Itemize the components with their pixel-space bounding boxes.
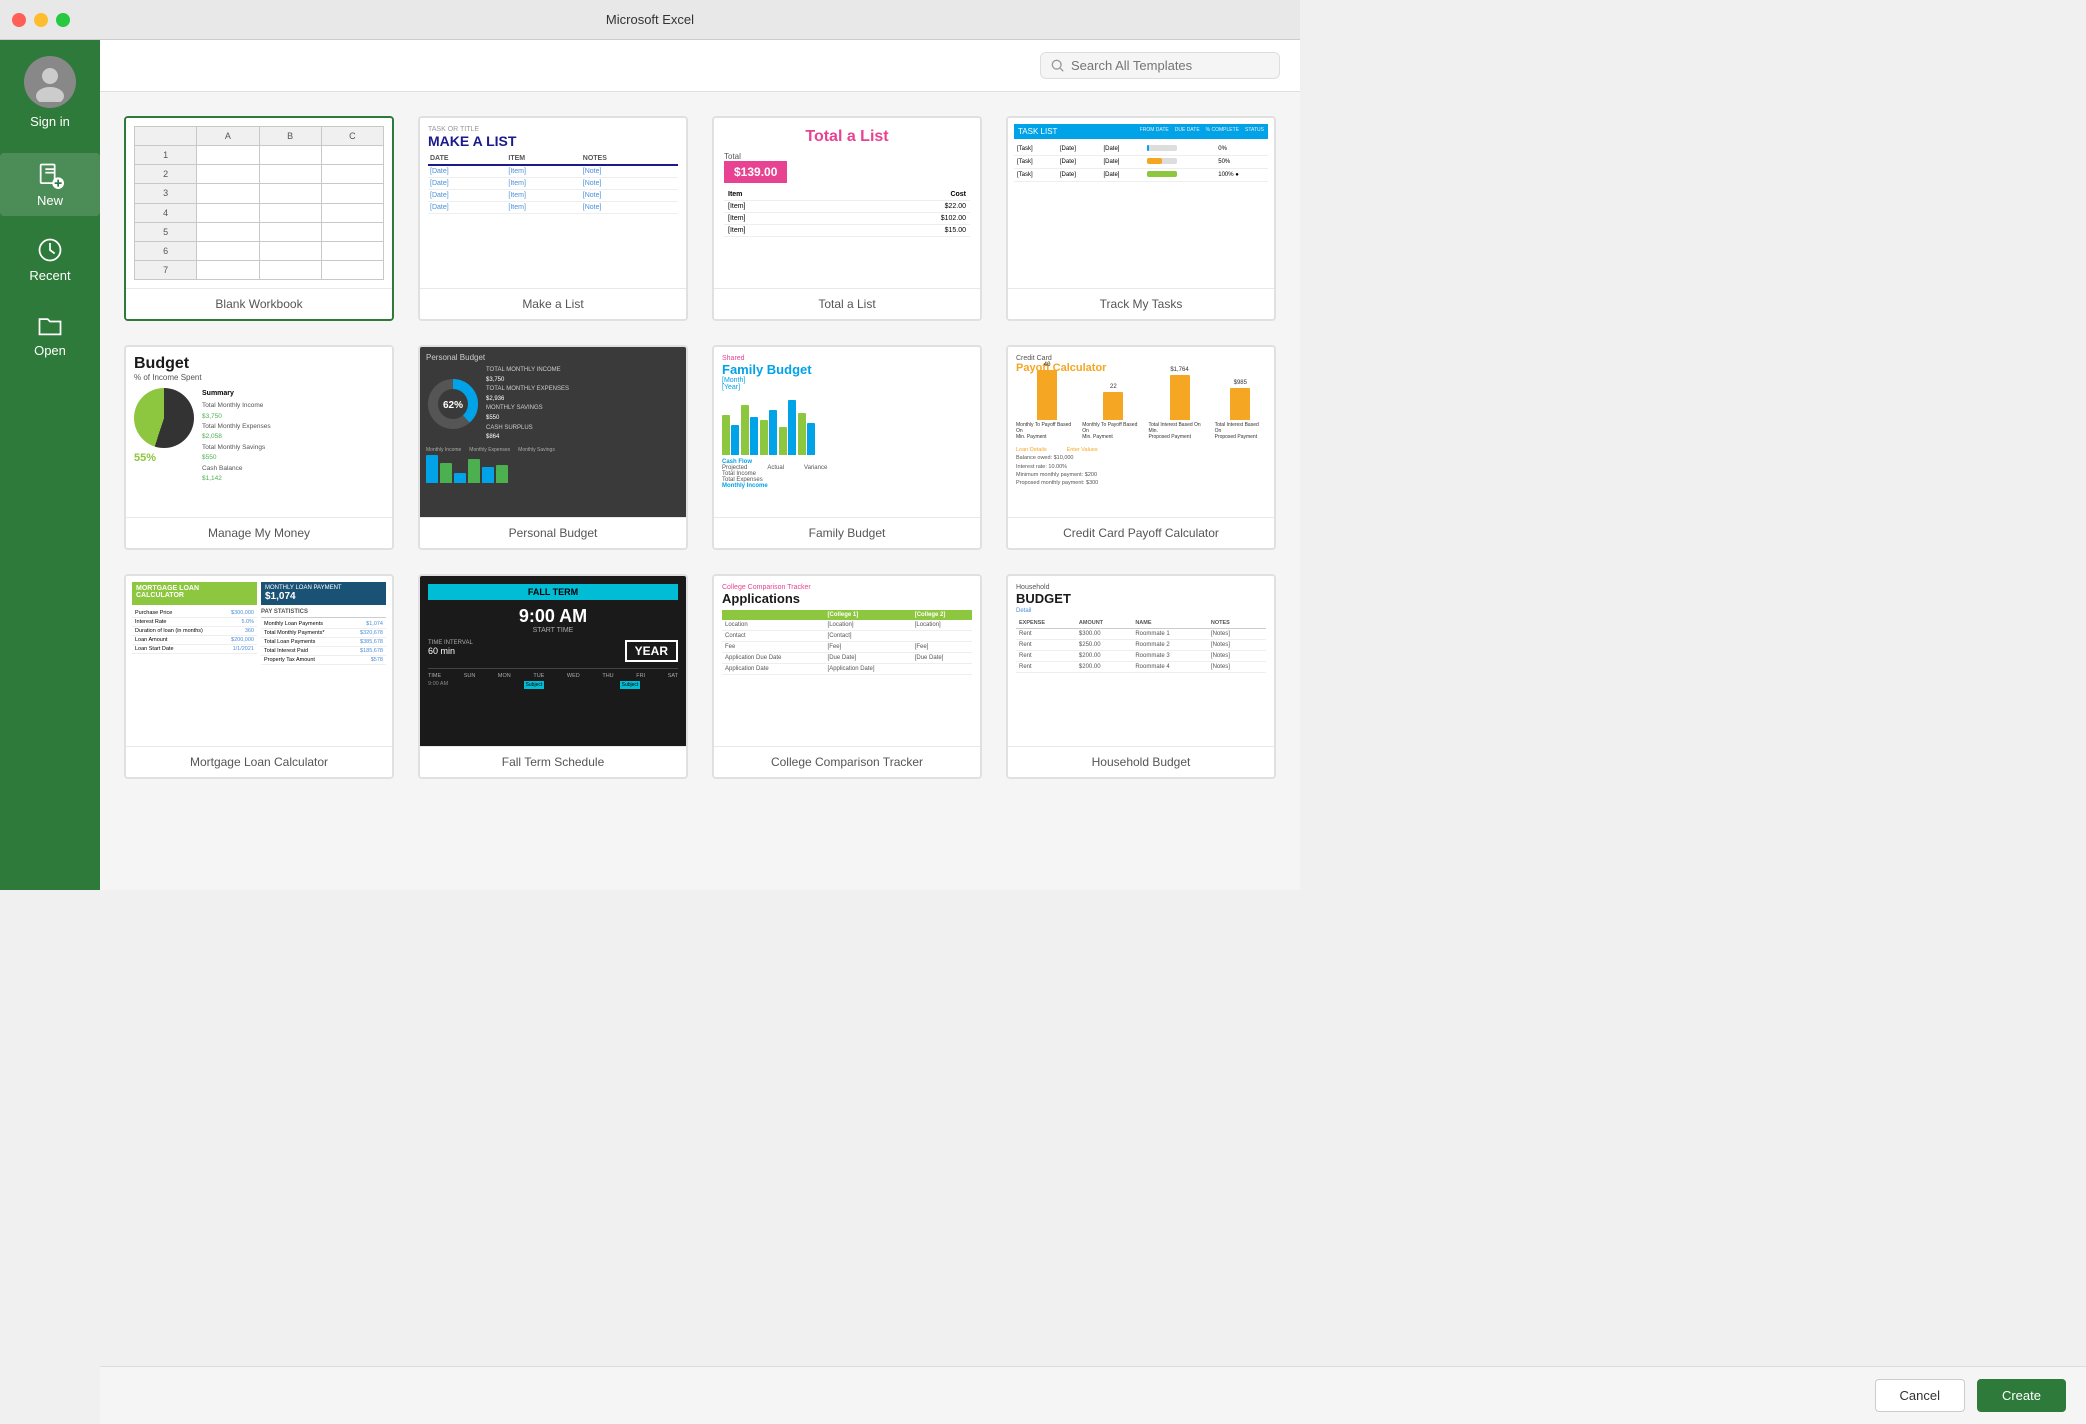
donut-chart: 62% [426,377,480,431]
template-label-credit-card: Credit Card Payoff Calculator [1008,517,1274,548]
household-preview: Household BUDGET Detail EXPENSEAMOUNTNAM… [1008,576,1274,746]
personal-budget-preview: Personal Budget 62% [420,347,686,517]
title-bar: Microsoft Excel [0,0,1300,40]
template-thumbnail-fall-term: FALL TERM 9:00 AM START TIME TIME INTERV… [420,576,686,746]
svg-text:62%: 62% [443,400,463,411]
app-title: Microsoft Excel [606,12,694,27]
template-card-household[interactable]: Household BUDGET Detail EXPENSEAMOUNTNAM… [1006,574,1276,779]
window-controls[interactable] [12,13,70,27]
template-label-track-my-tasks: Track My Tasks [1008,288,1274,319]
template-card-personal-budget[interactable]: Personal Budget 62% [418,345,688,550]
template-thumbnail-track-tasks: TASK LIST FROM DATEDUE DATE% COMPLETESTA… [1008,118,1274,288]
main-header [100,40,1300,92]
open-icon [36,311,64,339]
template-label-manage-my-money: Manage My Money [126,517,392,548]
template-thumbnail-personal-budget: Personal Budget 62% [420,347,686,517]
template-thumbnail-mortgage: MORTGAGE LOANCALCULATOR MONTHLY LOAN PAY… [126,576,392,746]
sidebar: Sign in New Recent Open [0,40,100,890]
search-box[interactable] [1040,52,1280,79]
template-thumbnail-college: College Comparison Tracker Applications … [714,576,980,746]
fall-term-preview: FALL TERM 9:00 AM START TIME TIME INTERV… [420,576,686,746]
template-label-family-budget: Family Budget [714,517,980,548]
template-label-fall-term: Fall Term Schedule [420,746,686,777]
template-card-manage-my-money[interactable]: Budget % of Income Spent 55% Summary Tot… [124,345,394,550]
main-content: ABC 1 2 3 4 5 6 7 Blank Workbook [100,40,1300,890]
mortgage-preview: MORTGAGE LOANCALCULATOR MONTHLY LOAN PAY… [126,576,392,746]
maximize-button[interactable] [56,13,70,27]
template-label-blank-workbook: Blank Workbook [126,288,392,319]
family-budget-preview: Shared Family Budget [Month][Year] [714,347,980,517]
blank-wb-preview: ABC 1 2 3 4 5 6 7 [126,118,392,288]
sign-in-link[interactable]: Sign in [30,114,70,129]
template-thumbnail-manage-money: Budget % of Income Spent 55% Summary Tot… [126,347,392,517]
sidebar-new-label: New [37,193,63,208]
template-thumbnail-family-budget: Shared Family Budget [Month][Year] [714,347,980,517]
manage-money-preview: Budget % of Income Spent 55% Summary Tot… [126,347,392,517]
template-card-total-a-list[interactable]: Total a List Total $139.00 ItemCost [Ite… [712,116,982,321]
recent-icon [36,236,64,264]
new-icon [36,161,64,189]
search-input[interactable] [1071,58,1269,73]
sidebar-item-new[interactable]: New [0,153,100,216]
template-card-track-my-tasks[interactable]: TASK LIST FROM DATEDUE DATE% COMPLETESTA… [1006,116,1276,321]
templates-grid-area: ABC 1 2 3 4 5 6 7 Blank Workbook [100,92,1300,890]
track-tasks-preview: TASK LIST FROM DATEDUE DATE% COMPLETESTA… [1008,118,1274,288]
template-thumbnail-credit-card: Credit Card Payoff Calculator 40 Monthly… [1008,347,1274,517]
template-label-college: College Comparison Tracker [714,746,980,777]
template-label-mortgage: Mortgage Loan Calculator [126,746,392,777]
template-label-make-a-list: Make a List [420,288,686,319]
template-thumbnail-total-list: Total a List Total $139.00 ItemCost [Ite… [714,118,980,288]
tt-header: TASK LIST FROM DATEDUE DATE% COMPLETESTA… [1014,124,1268,139]
template-thumbnail-household: Household BUDGET Detail EXPENSEAMOUNTNAM… [1008,576,1274,746]
templates-grid: ABC 1 2 3 4 5 6 7 Blank Workbook [124,116,1276,779]
template-card-credit-card[interactable]: Credit Card Payoff Calculator 40 Monthly… [1006,345,1276,550]
template-card-blank-workbook[interactable]: ABC 1 2 3 4 5 6 7 Blank Workbook [124,116,394,321]
template-card-family-budget[interactable]: Shared Family Budget [Month][Year] [712,345,982,550]
search-icon [1051,59,1065,73]
pie-chart [134,388,194,448]
sidebar-open-label: Open [34,343,66,358]
college-preview: College Comparison Tracker Applications … [714,576,980,746]
template-card-make-a-list[interactable]: TASK OR TITLE MAKE A LIST DATEITEMNOTES … [418,116,688,321]
avatar [24,56,76,108]
template-label-personal-budget: Personal Budget [420,517,686,548]
template-label-household: Household Budget [1008,746,1274,777]
app-body: Sign in New Recent Open [0,40,1300,890]
total-list-preview: Total a List Total $139.00 ItemCost [Ite… [714,118,980,288]
sidebar-item-open[interactable]: Open [0,303,100,366]
credit-card-preview: Credit Card Payoff Calculator 40 Monthly… [1008,347,1274,517]
minimize-button[interactable] [34,13,48,27]
template-label-total-a-list: Total a List [714,288,980,319]
template-card-college[interactable]: College Comparison Tracker Applications … [712,574,982,779]
sidebar-recent-label: Recent [29,268,70,283]
close-button[interactable] [12,13,26,27]
user-icon [30,62,70,102]
make-list-preview: TASK OR TITLE MAKE A LIST DATEITEMNOTES … [420,118,686,288]
sidebar-item-recent[interactable]: Recent [0,228,100,291]
template-card-fall-term[interactable]: FALL TERM 9:00 AM START TIME TIME INTERV… [418,574,688,779]
template-thumbnail-make-list: TASK OR TITLE MAKE A LIST DATEITEMNOTES … [420,118,686,288]
template-card-mortgage[interactable]: MORTGAGE LOANCALCULATOR MONTHLY LOAN PAY… [124,574,394,779]
template-thumbnail-blank: ABC 1 2 3 4 5 6 7 [126,118,392,288]
